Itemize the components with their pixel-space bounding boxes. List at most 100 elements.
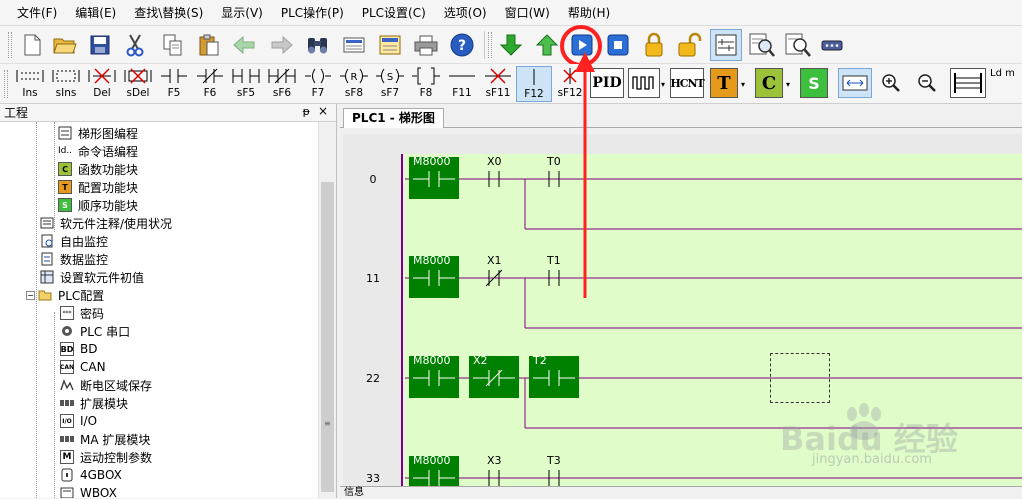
tool-sf7[interactable]: S sF7 xyxy=(372,66,408,102)
tool-f8[interactable]: F8 xyxy=(408,66,444,102)
tree-item-config-block[interactable]: T 配置功能块 xyxy=(58,178,138,196)
download-icon[interactable] xyxy=(497,31,525,59)
tree-item-ladder[interactable]: 梯形图编程 xyxy=(58,124,138,142)
tool-f11[interactable]: F11 xyxy=(444,66,480,102)
toolbar-grip[interactable] xyxy=(4,70,8,98)
contact-m8000[interactable]: M8000 xyxy=(409,254,459,298)
tool-ins[interactable]: Ins xyxy=(12,66,48,102)
menu-plc-settings[interactable]: PLC设置(C) xyxy=(353,2,435,24)
menu-window[interactable]: 窗口(W) xyxy=(496,2,559,24)
zoom-out-button[interactable] xyxy=(914,68,940,98)
zoom-in-button[interactable] xyxy=(878,68,904,98)
help-icon[interactable]: ? xyxy=(448,31,476,59)
ladder-monitor-icon[interactable] xyxy=(710,29,742,61)
pulse-button[interactable] xyxy=(628,68,660,98)
menu-view[interactable]: 显示(V) xyxy=(212,2,272,24)
new-file-icon[interactable] xyxy=(18,31,46,59)
tree-item-power-save[interactable]: 断电区域保存 xyxy=(60,376,152,394)
unlock-icon[interactable] xyxy=(676,31,704,59)
tree-item-ma-module[interactable]: MA 扩展模块 xyxy=(60,430,150,448)
counter-dropdown-icon[interactable]: ▾ xyxy=(786,80,790,89)
back-arrow-icon[interactable] xyxy=(230,31,258,59)
scrollbar-thumb[interactable] xyxy=(321,182,334,492)
tool-sf11[interactable]: sF11 xyxy=(480,66,516,102)
contact-t3[interactable]: T3 xyxy=(533,454,575,486)
tree-item-sequence-block[interactable]: S 顺序功能块 xyxy=(58,196,138,214)
tree-item-free-monitor[interactable]: 自由监控 xyxy=(40,232,108,250)
tool-sf5[interactable]: sF5 xyxy=(228,66,264,102)
tree-item-data-monitor[interactable]: 数据监控 xyxy=(40,250,108,268)
contact-t2[interactable]: T2 xyxy=(529,354,579,398)
print-icon[interactable] xyxy=(412,31,440,59)
contact-x3[interactable]: X3 xyxy=(473,454,515,486)
port-icon[interactable] xyxy=(818,31,846,59)
forward-arrow-icon[interactable] xyxy=(268,31,296,59)
tab-plc1-ladder[interactable]: PLC1 - 梯形图 xyxy=(343,108,444,128)
tool-f7[interactable]: F7 xyxy=(300,66,336,102)
ladder-list-button[interactable] xyxy=(950,68,986,98)
tree-item-plc-config[interactable]: − PLC配置 xyxy=(26,286,104,304)
tool-sf8[interactable]: R sF8 xyxy=(336,66,372,102)
timer-block-button[interactable]: T xyxy=(710,68,738,98)
ld-mode-label[interactable]: Ld m xyxy=(990,68,1015,79)
fit-width-button[interactable] xyxy=(838,68,872,98)
paste-icon[interactable] xyxy=(195,31,223,59)
search-doc-icon[interactable] xyxy=(784,31,812,59)
open-folder-icon[interactable] xyxy=(51,31,79,59)
contact-x2[interactable]: X2 xyxy=(469,354,519,398)
tool-f12[interactable]: F12 xyxy=(516,66,552,102)
ladder-canvas[interactable]: M8000 X0 T0 M8000 X1 T1 M8000 X2 T2 M8000 X3 T3 0 11… xyxy=(343,134,1022,490)
contact-t1[interactable]: T1 xyxy=(533,254,575,286)
close-icon[interactable]: × xyxy=(318,104,328,118)
hcnt-button[interactable]: HCNT xyxy=(670,68,705,98)
menu-edit[interactable]: 编辑(E) xyxy=(66,2,125,24)
tree-scrollbar[interactable]: ≡ xyxy=(318,122,336,498)
tree-item-comments[interactable]: 软元件注释/使用状况 xyxy=(40,214,172,232)
collapse-icon[interactable]: − xyxy=(26,290,35,300)
panel-icon[interactable] xyxy=(376,31,404,59)
contact-m8000[interactable]: M8000 xyxy=(409,155,459,199)
stop-icon[interactable] xyxy=(604,31,632,59)
tree-item-expansion[interactable]: 扩展模块 xyxy=(60,394,128,412)
tool-sf6[interactable]: sF6 xyxy=(264,66,300,102)
tree-item-serial[interactable]: PLC 串口 xyxy=(60,322,130,340)
tree-item-password[interactable]: *** 密码 xyxy=(60,304,104,322)
sequence-block-button[interactable]: S xyxy=(800,68,828,98)
contact-x1[interactable]: X1 xyxy=(473,254,515,287)
tree-item-motion[interactable]: M 运动控制参数 xyxy=(60,448,152,466)
tree-item-function-block[interactable]: C 函数功能块 xyxy=(58,160,138,178)
tree-item-4gbox[interactable]: 4GBOX xyxy=(60,466,122,484)
timer-dropdown-icon[interactable]: ▾ xyxy=(741,80,745,89)
lock-icon[interactable] xyxy=(640,31,668,59)
tool-f6[interactable]: F6 xyxy=(192,66,228,102)
menu-plc-operation[interactable]: PLC操作(P) xyxy=(272,2,353,24)
contact-t0[interactable]: T0 xyxy=(533,155,575,187)
contact-x0[interactable]: X0 xyxy=(473,155,515,187)
cut-icon[interactable] xyxy=(121,31,149,59)
menu-find-replace[interactable]: 查找\替换(S) xyxy=(125,2,212,24)
binoculars-icon[interactable] xyxy=(304,31,332,59)
toolbar-grip[interactable] xyxy=(8,32,12,58)
menu-options[interactable]: 选项(O) xyxy=(435,2,496,24)
counter-block-button[interactable]: C xyxy=(755,68,783,98)
menu-file[interactable]: 文件(F) xyxy=(8,2,66,24)
tree-item-io[interactable]: I/O I/O xyxy=(60,412,97,430)
tree-item-can[interactable]: CAN CAN xyxy=(60,358,106,376)
pin-icon[interactable]: ᵽ xyxy=(303,105,310,118)
selection-cursor[interactable] xyxy=(770,353,830,403)
tool-sins[interactable]: sIns xyxy=(48,66,84,102)
copy-icon[interactable] xyxy=(158,31,186,59)
contact-m8000[interactable]: M8000 xyxy=(409,454,459,490)
pulse-dropdown-icon[interactable]: ▾ xyxy=(661,80,665,89)
contact-m8000[interactable]: M8000 xyxy=(409,354,459,398)
tree-item-bd[interactable]: BD BD xyxy=(60,340,97,358)
tree-item-init-value[interactable]: 设置软元件初值 xyxy=(40,268,144,286)
tool-del[interactable]: Del xyxy=(84,66,120,102)
menu-help[interactable]: 帮助(H) xyxy=(559,2,619,24)
tree-item-instruction[interactable]: Id.. 命令语编程 xyxy=(58,142,138,160)
rung-area[interactable]: M8000 X0 T0 M8000 X1 T1 M8000 X2 T2 M8000 X3 T3 xyxy=(405,154,1022,490)
tool-sdel[interactable]: sDel xyxy=(120,66,156,102)
toolbar-grip[interactable] xyxy=(488,32,492,58)
tool-f5[interactable]: F5 xyxy=(156,66,192,102)
save-icon[interactable] xyxy=(86,31,114,59)
